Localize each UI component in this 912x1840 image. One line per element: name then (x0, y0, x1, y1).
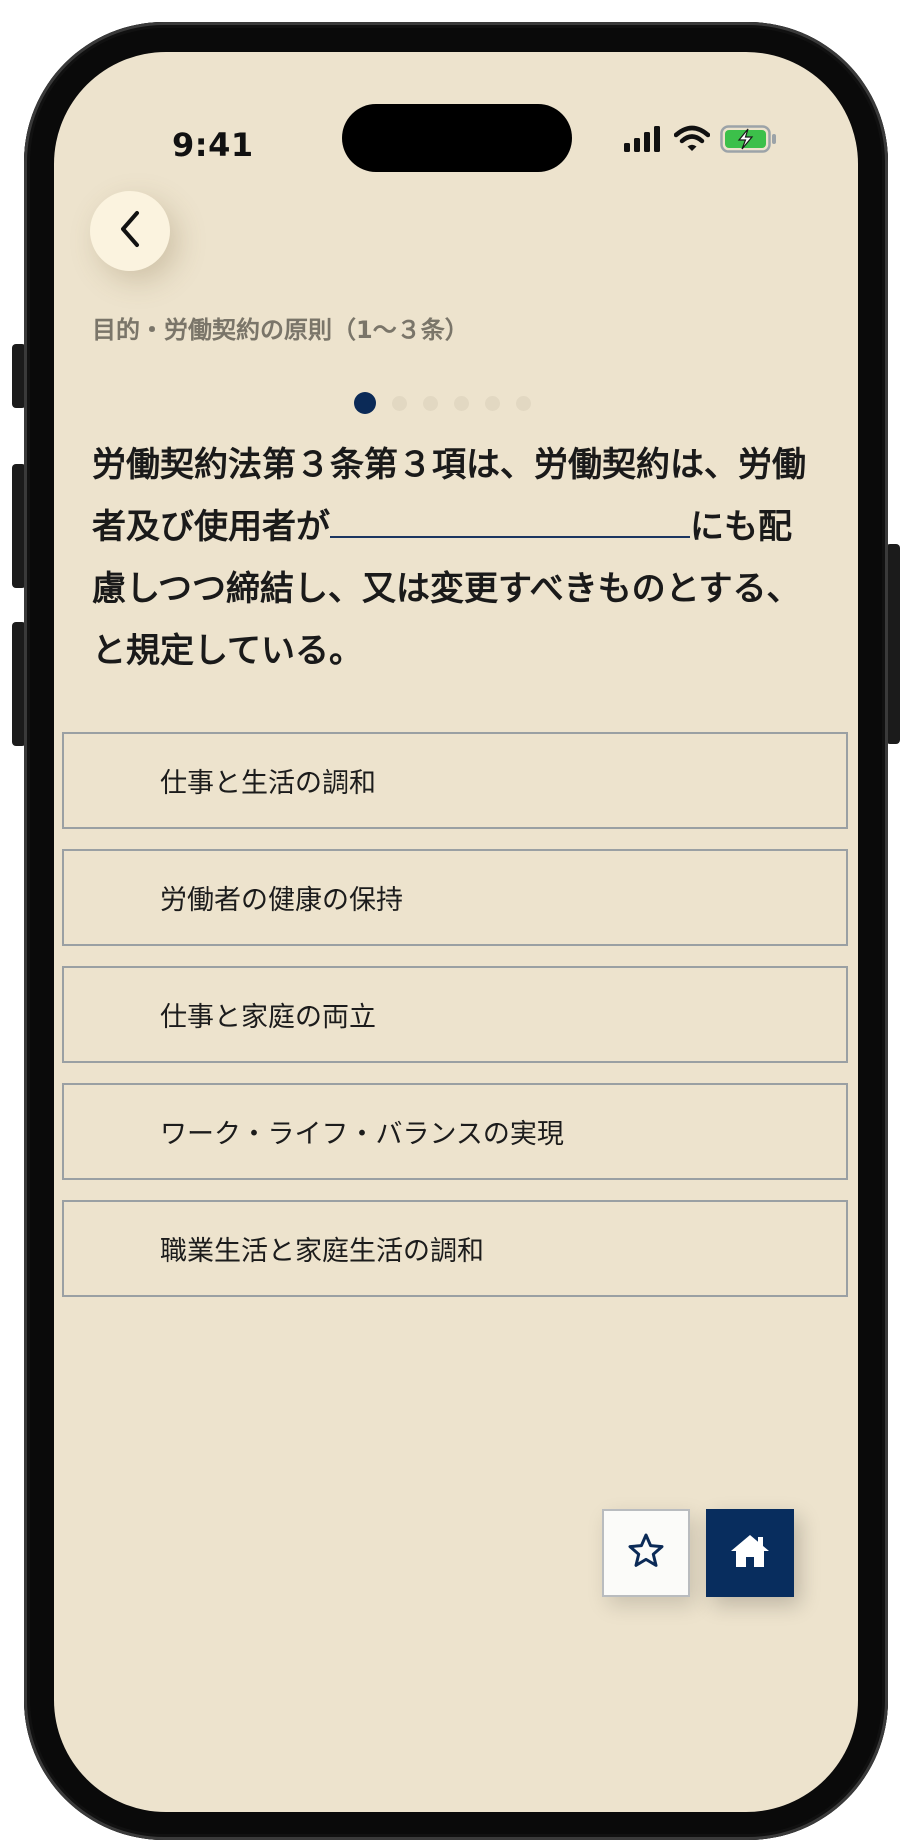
progress-dot (516, 395, 531, 411)
favorite-button[interactable] (602, 1509, 690, 1597)
answer-option-label: 仕事と家庭の両立 (160, 1002, 376, 1033)
answer-options: 仕事と生活の調和 労働者の健康の保持 仕事と家庭の両立 ワーク・ライフ・バランス… (62, 732, 848, 1317)
answer-option-label: ワーク・ライフ・バランスの実現 (160, 1119, 564, 1150)
answer-option-2[interactable]: 労働者の健康の保持 (62, 849, 848, 946)
app-screen: 9:41 目的・労働契約の原則（1〜３条） 労働契約法第３条第３項は、労働契約は… (54, 52, 858, 1812)
power-button (886, 544, 900, 744)
progress-dot (392, 395, 407, 411)
home-icon (729, 1531, 771, 1575)
answer-option-5[interactable]: 職業生活と家庭生活の調和 (62, 1200, 848, 1297)
phone-frame: 9:41 目的・労働契約の原則（1〜３条） 労働契約法第３条第３項は、労働契約は… (24, 22, 888, 1840)
question-text: 労働契約法第３条第３項は、労働契約は、労働者及び使用者が にも配慮しつつ締結し、又… (92, 434, 822, 682)
star-outline-icon (626, 1531, 666, 1575)
progress-dot (423, 395, 438, 411)
status-time: 9:41 (172, 126, 254, 164)
answer-option-label: 労働者の健康の保持 (160, 885, 403, 916)
progress-dot-current (354, 392, 376, 414)
answer-option-1[interactable]: 仕事と生活の調和 (62, 732, 848, 829)
back-button[interactable] (90, 191, 170, 271)
answer-blank (330, 496, 690, 538)
chevron-left-icon (115, 209, 145, 253)
progress-dot (454, 395, 469, 411)
answer-option-label: 仕事と生活の調和 (160, 768, 376, 799)
progress-dots (354, 392, 531, 414)
answer-option-3[interactable]: 仕事と家庭の両立 (62, 966, 848, 1063)
answer-option-4[interactable]: ワーク・ライフ・バランスの実現 (62, 1083, 848, 1180)
status-icons (624, 125, 778, 157)
breadcrumb: 目的・労働契約の原則（1〜３条） (92, 316, 469, 344)
answer-option-label: 職業生活と家庭生活の調和 (160, 1236, 484, 1267)
progress-dot (485, 395, 500, 411)
wifi-icon (673, 125, 711, 157)
dynamic-island (342, 104, 572, 172)
home-button[interactable] (706, 1509, 794, 1597)
battery-charging-icon (720, 125, 778, 157)
cellular-signal-icon (624, 126, 664, 156)
